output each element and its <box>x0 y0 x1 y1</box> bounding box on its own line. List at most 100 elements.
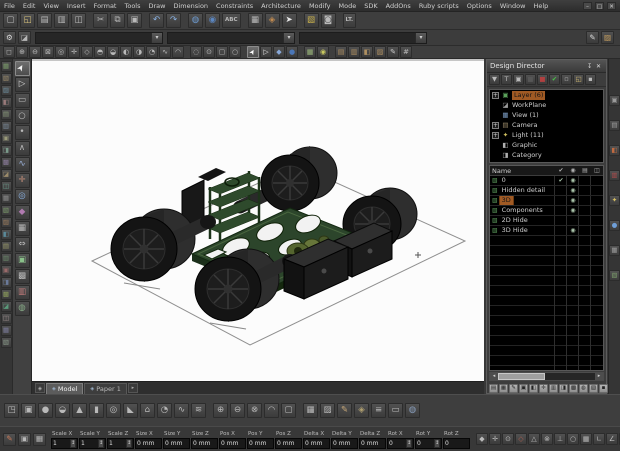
dd-text-icon[interactable]: T <box>501 74 512 85</box>
close-icon[interactable]: ✕ <box>607 1 616 10</box>
tab-overflow-icon[interactable]: ▸ <box>127 383 138 393</box>
layer-tool-icon[interactable]: ▧ <box>589 384 598 393</box>
lock-cell[interactable] <box>591 206 603 215</box>
dock-icon[interactable]: ▨ <box>0 85 12 96</box>
material-preview-icon[interactable]: ▨ <box>601 31 614 44</box>
camera-icon[interactable]: ◠ <box>172 46 184 58</box>
layer-combo[interactable]: ▾ <box>35 31 163 44</box>
box-3d-icon[interactable]: ▣ <box>21 403 36 418</box>
fillet-3d-icon[interactable]: ◠ <box>264 403 279 418</box>
expand-icon[interactable]: + <box>492 131 499 139</box>
select-open-tool-icon[interactable]: ▷ <box>14 77 30 92</box>
expand-icon[interactable] <box>492 102 499 109</box>
lite-mode-icon[interactable]: LT. <box>342 13 357 28</box>
torus-icon[interactable]: ◎ <box>106 403 121 418</box>
print-cell[interactable] <box>579 216 591 225</box>
material-3d-icon[interactable]: ◈ <box>354 403 369 418</box>
column-header-icon[interactable]: ◉ <box>567 166 579 175</box>
menu-item[interactable]: Modify <box>305 0 335 12</box>
menu-item[interactable]: Ruby scripts <box>415 0 463 12</box>
zoom-previous-icon[interactable]: ◎ <box>55 46 67 58</box>
tree-item-view[interactable]: ▦ View (1) <box>490 110 603 120</box>
select-tool-icon[interactable]: ➤ <box>14 61 30 76</box>
render-manager-icon[interactable]: ● <box>609 220 620 231</box>
print-cell[interactable] <box>579 186 591 195</box>
lights-icon[interactable]: ✦ <box>609 195 620 206</box>
select-arrow-icon[interactable]: ➤ <box>247 46 259 58</box>
snap-quad-toggle-icon[interactable]: △ <box>528 433 540 445</box>
material-icon[interactable]: ◈ <box>264 13 280 28</box>
field-input[interactable]: 0 mm ↕ <box>163 437 190 449</box>
dock-icon[interactable]: ▨ <box>0 217 12 228</box>
visible-check-cell[interactable] <box>555 186 567 195</box>
select-open-icon[interactable]: ▷ <box>260 46 272 58</box>
edit-mode-icon[interactable]: ✎ <box>3 432 16 446</box>
hatch-icon[interactable]: ▨ <box>374 46 386 58</box>
visible-check-cell[interactable]: ✔ <box>555 176 567 185</box>
tree-item-light[interactable]: + ✦ Light (11) <box>490 130 603 140</box>
union-icon[interactable]: ⊕ <box>213 403 228 418</box>
pick-point-tool-icon[interactable]: ✛ <box>14 173 30 188</box>
spell-check-icon[interactable]: ABC <box>222 13 241 28</box>
wedge-icon[interactable]: ◣ <box>123 403 138 418</box>
intersect-icon[interactable]: ⊗ <box>247 403 262 418</box>
circle-view-icon[interactable]: ○ <box>229 46 241 58</box>
eye-cell[interactable]: ◉ <box>567 176 579 185</box>
spinner-icon[interactable]: ↕ <box>98 438 104 448</box>
snap-center-toggle-icon[interactable]: ⊙ <box>502 433 514 445</box>
open-icon[interactable]: ◱ <box>20 13 35 28</box>
save-icon[interactable]: ▤ <box>37 13 52 28</box>
layer-tool-icon[interactable]: ▥ <box>549 384 558 393</box>
expand-icon[interactable] <box>492 112 499 119</box>
field-input[interactable]: 0 mm ↕ <box>359 437 386 449</box>
layer-row[interactable]: ▧ 0 ✔ ◉ <box>490 176 603 186</box>
close-icon[interactable]: ✕ <box>594 63 603 70</box>
ortho-toggle-icon[interactable]: ∟ <box>593 433 605 445</box>
scroll-left-icon[interactable]: ◂ <box>490 373 498 380</box>
field-input[interactable]: 0 mm ↕ <box>191 437 218 449</box>
dd-delete-icon[interactable]: ■ <box>537 74 548 85</box>
view-bottom-icon[interactable]: ◒ <box>107 46 119 58</box>
settings-gear-icon[interactable]: ⚙ <box>3 31 16 44</box>
layer-tool-icon[interactable]: ✎ <box>509 384 518 393</box>
hatch-3d-icon[interactable]: ▨ <box>320 403 335 418</box>
dock-icon[interactable]: ▤ <box>0 109 12 120</box>
field-input[interactable]: 0 mm ↕ <box>331 437 358 449</box>
layer-tool-icon[interactable]: ▦ <box>499 384 508 393</box>
block-icon[interactable]: ◧ <box>361 46 373 58</box>
group-icon[interactable]: ▤ <box>335 46 347 58</box>
chevron-down-icon[interactable]: ▾ <box>151 32 162 43</box>
field-input[interactable]: 0 mm ↕ <box>247 437 274 449</box>
pen-icon[interactable]: ✎ <box>586 31 599 44</box>
render-tool-icon[interactable]: ◍ <box>14 301 30 316</box>
plane-icon[interactable]: ▭ <box>388 403 403 418</box>
subtract-icon[interactable]: ⊖ <box>230 403 245 418</box>
print-cell[interactable] <box>579 206 591 215</box>
layer-tool-icon[interactable]: ▩ <box>569 384 578 393</box>
field-input[interactable]: 1 ↕ <box>107 437 134 449</box>
markup-icon[interactable]: ⊙ <box>203 46 215 58</box>
eye-cell[interactable]: ◉ <box>567 186 579 195</box>
pin-icon[interactable]: ↧ <box>585 63 594 70</box>
dock-icon[interactable]: ▦ <box>0 325 12 336</box>
layer-tool-icon[interactable]: ▪ <box>599 384 608 393</box>
tab-nav-icon[interactable]: ◈ <box>35 383 45 393</box>
view-left-icon[interactable]: ◐ <box>120 46 132 58</box>
zoom-out-icon[interactable]: ⊖ <box>29 46 41 58</box>
select-3d-icon[interactable]: ◳ <box>4 403 19 418</box>
layer-row[interactable]: ▧ Hidden detail ◉ <box>490 186 603 196</box>
menu-item[interactable]: SDK <box>360 0 381 12</box>
gem-tool-icon[interactable]: ◆ <box>14 205 30 220</box>
menu-item[interactable]: Constraints <box>212 0 257 12</box>
column-header-icon[interactable]: ◫ <box>591 166 603 175</box>
print-icon[interactable]: ▥ <box>54 13 69 28</box>
coord-grid-icon[interactable]: ▦ <box>33 432 46 446</box>
facet-icon[interactable]: ▦ <box>303 403 318 418</box>
dock-icon[interactable]: ◫ <box>0 181 12 192</box>
menu-item[interactable]: Architecture <box>257 0 305 12</box>
blocks-icon[interactable]: ◧ <box>609 145 620 156</box>
visible-check-cell[interactable] <box>555 206 567 215</box>
layer-tool-icon[interactable]: ▣ <box>519 384 528 393</box>
menu-item[interactable]: Window <box>496 0 530 12</box>
snap-nearest-toggle-icon[interactable]: ✛ <box>489 433 501 445</box>
